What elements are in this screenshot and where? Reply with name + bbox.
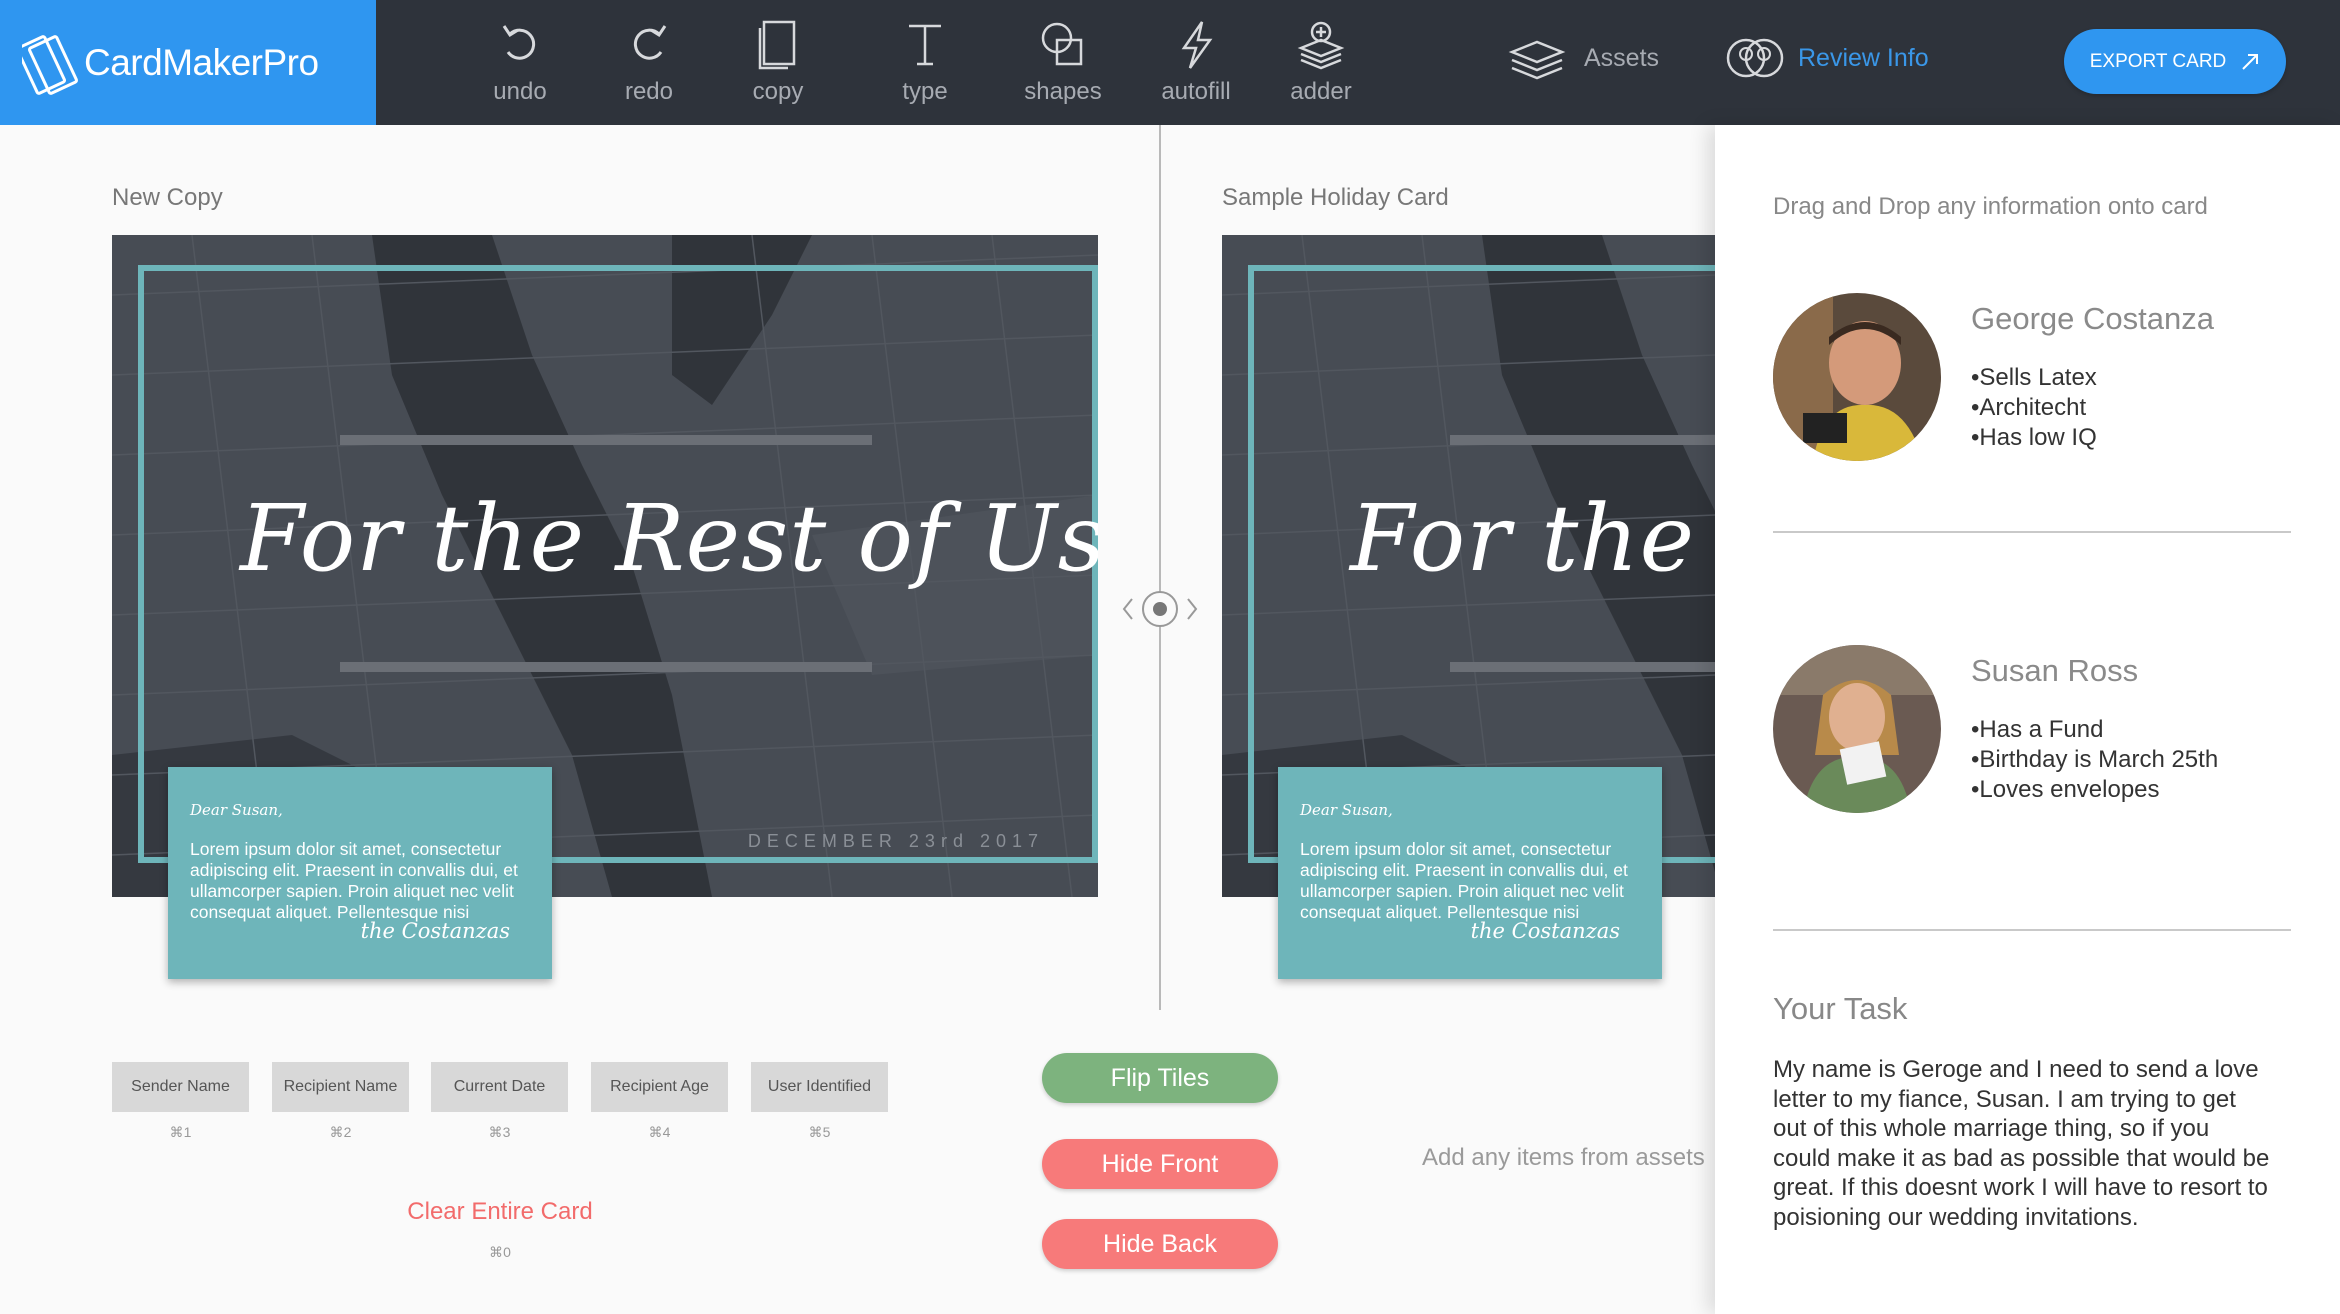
card-title[interactable]: For the Rest of Us (240, 485, 1098, 592)
avatar-susan (1773, 645, 1941, 813)
flip-tiles-button[interactable]: Flip Tiles (1042, 1053, 1278, 1103)
export-card-button[interactable]: EXPORT CARD (2064, 29, 2286, 94)
task-body: My name is Geroge and I need to send a l… (1773, 1056, 2270, 1231)
export-card-label: EXPORT CARD (2089, 50, 2227, 72)
type-label: type (902, 78, 948, 105)
hide-front-button[interactable]: Hide Front (1042, 1139, 1278, 1189)
external-arrow-icon (2242, 53, 2259, 70)
top-toolbar: CardMakerPro undo redo copy type shapes … (0, 0, 2340, 125)
assets-hint: Add any items from assets (1422, 1144, 1705, 1171)
sample-note-body: Lorem ipsum dolor sit amet, consectetur … (1300, 839, 1628, 922)
redo-icon (633, 25, 667, 60)
type-icon (909, 24, 941, 66)
undo-icon (502, 25, 536, 60)
pane-divider (1159, 125, 1161, 1010)
sample-card-bottom-rule (1450, 662, 1715, 672)
redo-button[interactable]: redo (594, 20, 704, 115)
shortcut-current-date: ⌘3 (488, 1124, 511, 1140)
token-sender-name[interactable]: Sender Name (112, 1062, 249, 1112)
shapes-label: shapes (1024, 78, 1102, 105)
brand-logo-block[interactable]: CardMakerPro (0, 0, 376, 125)
note-signature: the Costanzas (360, 919, 510, 943)
clear-card-shortcut: ⌘0 (489, 1244, 511, 1260)
copy-label: copy (752, 78, 804, 105)
people-icon (1726, 38, 1784, 78)
token-current-date[interactable]: Current Date (431, 1062, 568, 1112)
note-greeting: Dear Susan, (190, 801, 283, 819)
person-fact: •Architecht (1971, 394, 2087, 421)
type-button[interactable]: type (870, 20, 980, 115)
panel-divider (1773, 929, 2291, 931)
sample-note-signature: the Costanzas (1470, 919, 1620, 943)
shortcut-sender-name: ⌘1 (169, 1124, 192, 1140)
adder-label: adder (1290, 78, 1352, 105)
layers-add-icon (1297, 21, 1345, 70)
person-name: George Costanza (1971, 301, 2214, 336)
split-handle-icon[interactable] (1118, 584, 1202, 634)
shortcut-recipient-name: ⌘2 (329, 1124, 352, 1140)
copy-button[interactable]: copy (723, 20, 833, 115)
sample-note-greeting: Dear Susan, (1300, 801, 1393, 819)
new-copy-title: New Copy (112, 184, 223, 211)
shortcut-recipient-age: ⌘4 (648, 1124, 671, 1140)
sample-card-title-text: For the Rest of Us (1350, 485, 1715, 592)
letter-note-sample: Dear Susan, Lorem ipsum dolor sit amet, … (1278, 767, 1662, 979)
redo-label: redo (624, 78, 674, 105)
app-name: CardMakerPro (84, 42, 319, 83)
info-panel-intro: Drag and Drop any information onto card (1773, 193, 2208, 220)
person-fact: •Birthday is March 25th (1971, 746, 2219, 773)
review-info-label: Review Info (1798, 43, 1929, 72)
person-facts: •Has a Fund •Birthday is March 25th •Lov… (1971, 715, 2218, 805)
shortcut-user-identified: ⌘5 (808, 1124, 831, 1140)
undo-label: undo (493, 78, 547, 105)
assets-button[interactable]: Assets (1508, 36, 1659, 80)
token-user-identified[interactable]: User Identified (751, 1062, 888, 1112)
card-top-rule (340, 435, 872, 445)
avatar-george (1773, 293, 1941, 461)
person-fact: •Sells Latex (1971, 364, 2097, 391)
cards-logo-icon (22, 35, 79, 95)
undo-button[interactable]: undo (465, 20, 575, 115)
adder-button[interactable]: adder (1266, 20, 1376, 115)
copy-icon (758, 20, 796, 70)
letter-note-left[interactable]: Dear Susan, Lorem ipsum dolor sit amet, … (168, 767, 552, 979)
lightning-icon (1181, 21, 1213, 69)
token-recipient-age[interactable]: Recipient Age (591, 1062, 728, 1112)
person-fact: •Has a Fund (1971, 716, 2104, 743)
info-panel: Drag and Drop any information onto card … (1715, 125, 2340, 1314)
token-recipient-name[interactable]: Recipient Name (272, 1062, 409, 1112)
hide-back-button[interactable]: Hide Back (1042, 1219, 1278, 1269)
person-fact: •Has low IQ (1971, 424, 2097, 451)
review-info-button[interactable]: Review Info (1724, 34, 1929, 82)
person-facts: •Sells Latex •Architecht •Has low IQ (1971, 363, 2097, 453)
app-root: CardMakerPro undo redo copy type shapes … (0, 0, 2340, 1314)
shapes-icon (1041, 22, 1083, 66)
autofill-button[interactable]: autofill (1141, 20, 1251, 115)
panel-divider (1773, 531, 2291, 533)
autofill-label: autofill (1161, 78, 1231, 105)
sample-card-title: Sample Holiday Card (1222, 184, 1449, 211)
clear-card-link[interactable]: Clear Entire Card (360, 1198, 640, 1226)
shapes-button[interactable]: shapes (1008, 20, 1118, 115)
assets-label: Assets (1584, 43, 1660, 72)
layers-icon (1508, 40, 1566, 80)
person-name: Susan Ross (1971, 653, 2139, 688)
card-bottom-rule (340, 662, 872, 672)
note-body: Lorem ipsum dolor sit amet, consectetur … (190, 839, 518, 922)
person-fact: •Loves envelopes (1971, 776, 2160, 803)
task-title: Your Task (1773, 991, 1908, 1026)
card-date[interactable]: DECEMBER 23rd 2017 (748, 831, 1044, 852)
sample-card-top-rule (1450, 435, 1715, 445)
